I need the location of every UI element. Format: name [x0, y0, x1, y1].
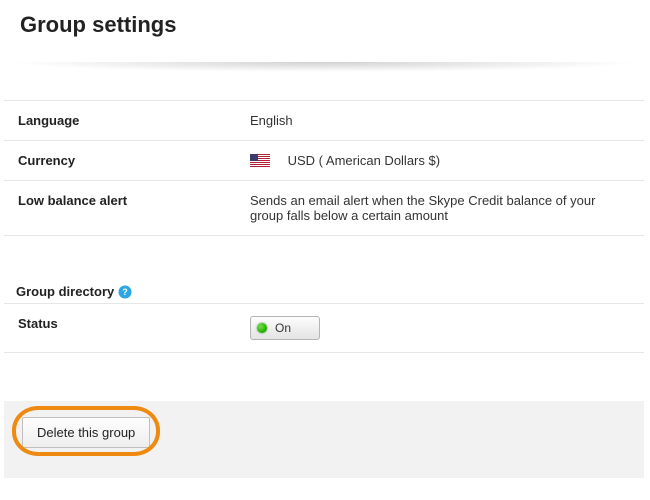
delete-group-button[interactable]: Delete this group	[22, 417, 150, 448]
table-row: Status On	[4, 304, 644, 353]
group-directory-heading: Group directory ?	[16, 284, 650, 299]
help-icon[interactable]: ?	[118, 285, 132, 299]
status-toggle-label: On	[275, 321, 291, 335]
page-title: Group settings	[0, 0, 650, 62]
us-flag-icon	[250, 154, 270, 167]
settings-table: Language English Currency	[4, 100, 644, 236]
table-row: Low balance alert Sends an email alert w…	[4, 181, 644, 236]
language-label: Language	[4, 101, 236, 141]
status-table: Status On	[4, 303, 644, 353]
section-divider	[6, 62, 644, 72]
status-indicator-icon	[257, 323, 267, 333]
group-directory-label: Group directory	[16, 284, 114, 299]
low-balance-label: Low balance alert	[4, 181, 236, 236]
currency-text: USD ( American Dollars $)	[288, 153, 440, 168]
status-value: On	[236, 304, 644, 353]
currency-label: Currency	[4, 141, 236, 181]
delete-group-panel: Delete this group	[4, 401, 644, 478]
language-value: English	[236, 101, 644, 141]
status-label: Status	[4, 304, 236, 353]
svg-text:?: ?	[123, 287, 129, 297]
currency-value: USD ( American Dollars $)	[236, 141, 644, 181]
table-row: Currency	[4, 141, 644, 181]
status-toggle[interactable]: On	[250, 316, 320, 340]
table-row: Language English	[4, 101, 644, 141]
low-balance-value: Sends an email alert when the Skype Cred…	[236, 181, 644, 236]
